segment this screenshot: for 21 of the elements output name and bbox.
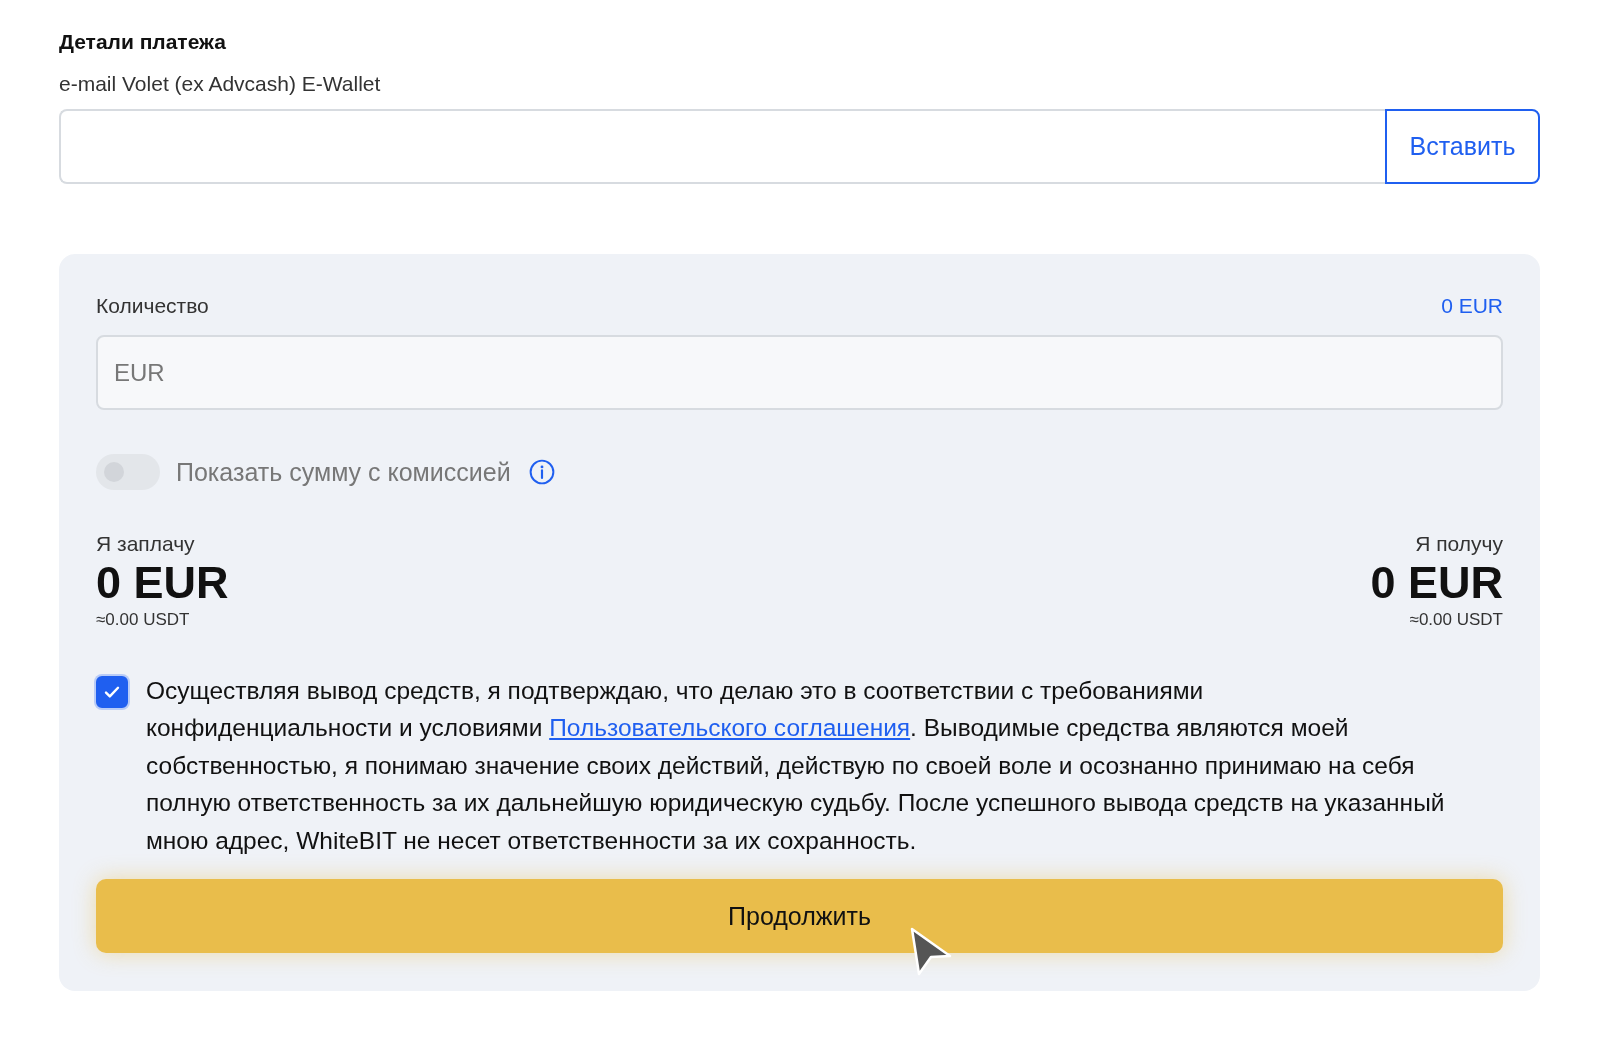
fee-toggle[interactable] <box>96 454 160 490</box>
agreement-checkbox[interactable] <box>96 675 128 708</box>
fee-toggle-label: Показать сумму с комиссией <box>176 457 511 487</box>
balance-link[interactable]: 0 EUR <box>1441 294 1503 318</box>
section-title: Детали платежа <box>59 30 227 54</box>
receive-label: Я получу <box>1415 532 1503 556</box>
pay-amount: 0 EUR <box>96 558 229 608</box>
agreement-text: Осуществляя вывод средств, я подтверждаю, что делаю это в соответствии с требованиями конфиденциальности и условиями Пользовательского соглашения. Выводимые средства являются моей собственностью, я понимаю значение своих действий, действую по своей воле и осознанно принимаю на себя полную ответственность за их дальнейшую юридическую судьбу. После успешного вывода средств на указанный мною адрес, WhiteBIT не несет ответственности за их сохранность. <box>146 675 1446 856</box>
continue-button[interactable]: Продолжить <box>96 879 1503 953</box>
paste-button[interactable]: Вставить <box>1385 109 1540 184</box>
wallet-label: e-mail Volet (ex Advcash) E-Wallet <box>59 72 382 96</box>
receive-amount: 0 EUR <box>1370 558 1503 608</box>
info-icon[interactable] <box>528 459 555 485</box>
cursor-icon <box>909 926 953 978</box>
user-agreement-link[interactable]: Пользовательского соглашения <box>549 714 911 741</box>
amount-label: Количество <box>96 294 209 318</box>
amount-input-field[interactable]: EUR <box>96 335 1503 410</box>
receive-approx: ≈0.00 USDT <box>1409 609 1503 630</box>
pay-approx: ≈0.00 USDT <box>96 609 191 630</box>
pay-label: Я заплачу <box>96 532 196 556</box>
wallet-input-field[interactable] <box>59 109 1385 184</box>
